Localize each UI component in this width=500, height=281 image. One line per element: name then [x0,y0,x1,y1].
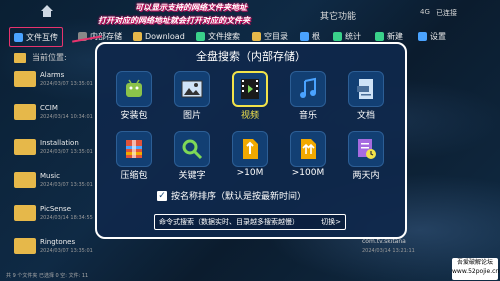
image-icon [174,71,210,107]
search-option-images[interactable]: 图片 [167,71,217,123]
path-row: 当前位置: [14,52,67,63]
top-bar: 其它功能 4G 已连接 [0,0,500,26]
home-icon[interactable] [40,4,54,18]
option-label: >100M [291,168,325,178]
file-size-100m-icon [290,131,326,167]
status-text: 共 9 个文件夹 已选择 0 空: 文件: 11 [6,273,89,279]
search-option-documents[interactable]: 文档 [341,71,391,123]
status-bar: 共 9 个文件夹 已选择 0 空: 文件: 11 [0,271,500,281]
sort-by-name-checkbox[interactable]: ✓ 按名称排序（默认是按最新时间） [157,189,306,202]
search-icon [196,31,205,41]
music-note-icon [290,71,326,107]
toolbar-label: 文件搜索 [208,31,240,41]
option-label: 图片 [182,111,201,121]
toolbar-label: 根 [312,31,320,41]
file-date: 2024/03/14 10:34:01 [40,114,93,120]
file-name: CCIM [40,104,58,112]
watermark-line-1: 吾爱破解论坛 [456,259,493,266]
toolbar-download[interactable]: Download [133,29,185,43]
file-name: Alarms [40,71,65,79]
switch-button[interactable]: 切换> [321,217,341,227]
option-label: 视频 [240,111,259,121]
option-label: >10M [236,168,264,178]
folder-icon [14,52,26,63]
command-search-row[interactable]: 命令式搜索（数据实时、目录越多搜索越慢） 切换> [154,214,346,230]
search-option-over-100m[interactable]: >100M [283,131,333,183]
right-file-date: 2024/03/14 13:21:11 [362,248,415,254]
search-option-archives[interactable]: 压缩包 [109,131,159,183]
file-date: 2024/03/07 13:35:01 [40,81,93,87]
folder-icon [14,238,36,254]
folder-icon [14,71,36,87]
search-option-over-10m[interactable]: >10M [225,131,275,183]
file-name: Ringtones [40,238,76,246]
text-document-icon [348,71,384,107]
file-name: Music [40,172,60,180]
toolbar-file-transfer[interactable]: 文件互传 [9,27,63,47]
current-location-label: 当前位置: [32,53,67,62]
search-option-apk[interactable]: 安装包 [109,71,159,123]
dialog-title: 全盘搜索（内部存储） [196,50,306,63]
file-size-10m-icon [232,131,268,167]
android-icon [116,71,152,107]
toolbar-statistics[interactable]: 统计 [333,29,361,43]
file-date: 2024/03/07 13:35:01 [40,149,93,155]
option-label: 关键字 [178,171,206,181]
other-functions-link[interactable]: 其它功能 [320,9,356,22]
toolbar-label: 空目录 [264,31,288,41]
toolbar-new[interactable]: 新建 [375,29,403,43]
file-date: 2024/03/07 13:35:01 [40,248,93,254]
folder-icon [14,172,36,188]
toolbar-label: Download [145,31,185,41]
option-label: 音乐 [298,111,317,121]
plus-icon [375,31,384,41]
connection-status: 已连接 [436,9,457,17]
annotation-line-2: 打开对应的网络地址就会打开对应的文件夹 [98,16,250,25]
chart-icon [333,31,342,41]
option-label: 文档 [356,111,375,121]
transfer-icon [14,32,23,42]
command-search-label: 命令式搜索（数据实时、目录越多搜索越慢） [159,218,299,226]
recent-clock-icon [348,131,384,167]
search-option-music[interactable]: 音乐 [283,71,333,123]
option-label: 安装包 [120,111,148,121]
watermark-line-2: www.52pojie.cn [452,268,500,275]
toolbar-settings[interactable]: 设置 [418,29,446,43]
right-file-name[interactable]: com.tv.skitana [362,238,406,245]
toolbar-label: 文件互传 [26,32,58,42]
option-label: 压缩包 [120,171,148,181]
toolbar-label: 设置 [430,31,446,41]
search-dialog: 全盘搜索（内部存储） 安装包 图片 视频 音乐 文档 压缩包 关键字 >10M … [95,42,407,239]
file-name: PicSense [40,205,72,213]
search-option-keyword[interactable]: 关键字 [167,131,217,183]
sort-label: 按名称排序（默认是按最新时间） [171,192,307,202]
file-date: 2024/03/14 18:34:55 [40,215,93,221]
folder-icon [14,104,36,120]
gear-icon [418,31,427,41]
annotation-line-1: 可以显示支持的网络文件夹地址 [135,3,247,12]
toolbar-label: 统计 [345,31,361,41]
film-icon [232,71,268,107]
folder-icon [14,205,36,221]
root-icon [300,31,309,41]
magnifier-icon [174,131,210,167]
toolbar-empty-dir[interactable]: 空目录 [252,29,288,43]
folder-icon [252,31,261,41]
toolbar-label: 新建 [387,31,403,41]
file-name: Installation [40,139,79,147]
signal-indicator: 4G [420,8,430,16]
file-date: 2024/03/07 13:35:01 [40,182,93,188]
folder-icon [14,139,36,155]
toolbar-file-search[interactable]: 文件搜索 [196,29,240,43]
option-label: 两天内 [352,171,380,181]
checkbox-check-icon[interactable]: ✓ [157,190,167,201]
folder-icon [133,31,142,41]
archive-icon [116,131,152,167]
watermark: 吾爱破解论坛 www.52pojie.cn [452,258,500,280]
search-option-last-two-days[interactable]: 两天内 [341,131,391,183]
toolbar-root[interactable]: 根 [300,29,320,43]
search-option-video[interactable]: 视频 [225,71,275,123]
